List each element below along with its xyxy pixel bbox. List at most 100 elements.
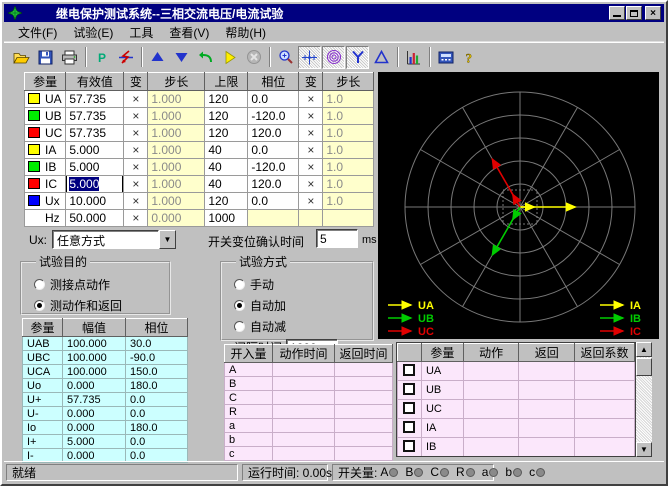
parameter-table: 参量有效值变步长上限相位变步长UA57.735×1.0001200.0×1.0U… — [24, 72, 374, 227]
calculator-icon[interactable] — [434, 46, 457, 69]
vary-toggle-cell[interactable]: × — [124, 142, 148, 159]
limit-cell[interactable]: 40 — [205, 176, 248, 193]
undo-icon[interactable] — [194, 46, 217, 69]
p-marker-icon[interactable]: P — [90, 46, 113, 69]
param-checkbox[interactable] — [403, 440, 415, 452]
crosshair-view-icon[interactable] — [298, 46, 321, 69]
menu-item[interactable]: 查看(V) — [161, 22, 217, 43]
minimize-button[interactable] — [609, 6, 625, 20]
param-col-header: 步长 — [148, 73, 205, 91]
value-cell[interactable]: 10.000 — [66, 193, 124, 210]
phase-cell[interactable]: 120.0 — [248, 125, 299, 142]
limit-cell[interactable]: 40 — [205, 142, 248, 159]
menu-item[interactable]: 文件(F) — [10, 22, 65, 43]
help-icon[interactable]: ? — [458, 46, 481, 69]
phase-cell[interactable]: 120.0 — [248, 176, 299, 193]
limit-cell[interactable]: 40 — [205, 159, 248, 176]
phase-cell[interactable]: -120.0 — [248, 159, 299, 176]
limit-cell[interactable]: 120 — [205, 91, 248, 108]
seq-cell: 100.000 — [63, 337, 126, 351]
value-cell[interactable]: 5.000 — [66, 159, 124, 176]
radio-option[interactable]: 手动 — [234, 276, 372, 293]
radio-icon[interactable] — [34, 279, 45, 290]
action-cell — [575, 457, 635, 458]
menu-item[interactable]: 帮助(H) — [217, 22, 274, 43]
ux-mode-combobox[interactable]: 任意方式 ▼ — [52, 230, 176, 249]
vary-toggle-cell[interactable]: × — [299, 91, 323, 108]
radio-option[interactable]: 自动加 — [234, 297, 372, 314]
scroll-up-icon[interactable]: ▲ — [636, 342, 652, 357]
limit-cell[interactable]: 120 — [205, 108, 248, 125]
value-cell[interactable]: 5.000 — [66, 176, 124, 193]
param-checkbox[interactable] — [403, 383, 415, 395]
radio-label: 测接点动作 — [50, 276, 110, 293]
vary-toggle-cell[interactable]: × — [299, 193, 323, 210]
phase-cell[interactable]: -120.0 — [248, 108, 299, 125]
limit-cell[interactable]: 120 — [205, 125, 248, 142]
print-icon[interactable] — [58, 46, 81, 69]
limit-cell[interactable]: 120 — [205, 193, 248, 210]
vary-toggle-cell[interactable]: × — [124, 210, 148, 227]
menu-item[interactable]: 试验(E) — [65, 22, 121, 43]
limit-cell[interactable]: 1000 — [205, 210, 248, 227]
radio-icon[interactable] — [34, 300, 45, 311]
chevron-down-icon[interactable]: ▼ — [159, 230, 176, 249]
action-col-header: 返回 — [519, 344, 575, 362]
radio-option[interactable]: 自动减 — [234, 318, 372, 335]
start-test-icon[interactable] — [218, 46, 241, 69]
seq-cell: -90.0 — [126, 351, 188, 365]
radio-icon[interactable] — [234, 279, 245, 290]
radio-icon[interactable] — [234, 300, 245, 311]
vary-toggle-cell[interactable]: × — [124, 91, 148, 108]
wye-connection-icon[interactable] — [346, 46, 369, 69]
maximize-button[interactable] — [626, 6, 642, 20]
vary-toggle-cell[interactable]: × — [299, 125, 323, 142]
value-edit-box[interactable]: 5.000 — [66, 176, 123, 193]
save-icon[interactable] — [34, 46, 57, 69]
vary-toggle-cell[interactable]: × — [124, 193, 148, 210]
vary-toggle-cell[interactable]: × — [299, 176, 323, 193]
confirm-time-input[interactable] — [316, 229, 358, 248]
vary-toggle-cell[interactable]: × — [299, 108, 323, 125]
value-cell[interactable]: 57.735 — [66, 125, 124, 142]
phase-cell[interactable]: 0.0 — [248, 142, 299, 159]
seq-cell: 0.000 — [63, 379, 126, 393]
vary-toggle-cell[interactable]: × — [124, 108, 148, 125]
bar-chart-icon[interactable] — [402, 46, 425, 69]
value-cell[interactable]: 57.735 — [66, 108, 124, 125]
vary-toggle-cell[interactable] — [299, 210, 323, 227]
step-down-icon[interactable] — [170, 46, 193, 69]
value-cell[interactable]: 50.000 — [66, 210, 124, 227]
value-cell[interactable]: 57.735 — [66, 91, 124, 108]
vary-toggle-cell[interactable]: × — [124, 159, 148, 176]
action-table-scrollbar[interactable]: ▲ ▼ — [636, 342, 652, 457]
step-up-icon[interactable] — [146, 46, 169, 69]
delta-connection-icon[interactable] — [370, 46, 393, 69]
vary-toggle-cell[interactable]: × — [124, 176, 148, 193]
value-cell[interactable]: 5.000 — [66, 142, 124, 159]
seq-cell: Io — [23, 421, 63, 435]
phase-cell[interactable]: 0.0 — [248, 193, 299, 210]
concentric-circles-icon[interactable] — [322, 46, 345, 69]
open-icon[interactable] — [10, 46, 33, 69]
vary-toggle-cell[interactable]: × — [124, 125, 148, 142]
vary-toggle-cell[interactable]: × — [299, 142, 323, 159]
phase-cell[interactable] — [248, 210, 299, 227]
seq-cell: 100.000 — [63, 351, 126, 365]
param-checkbox[interactable] — [403, 402, 415, 414]
zoom-in-icon[interactable] — [274, 46, 297, 69]
close-button[interactable]: × — [645, 6, 661, 20]
param-name: Hz — [45, 211, 60, 225]
radio-option[interactable]: 测接点动作 — [34, 276, 169, 293]
phase-sequence-icon[interactable] — [114, 46, 137, 69]
action-cell — [463, 457, 519, 458]
vary-toggle-cell[interactable]: × — [299, 159, 323, 176]
scrollbar-thumb[interactable] — [636, 358, 652, 376]
scroll-down-icon[interactable]: ▼ — [636, 442, 652, 457]
radio-option[interactable]: 测动作和返回 — [34, 297, 169, 314]
param-checkbox[interactable] — [403, 364, 415, 376]
menu-item[interactable]: 工具 — [121, 22, 161, 43]
param-checkbox[interactable] — [403, 421, 415, 433]
phase-cell[interactable]: 0.0 — [248, 91, 299, 108]
radio-icon[interactable] — [234, 321, 245, 332]
